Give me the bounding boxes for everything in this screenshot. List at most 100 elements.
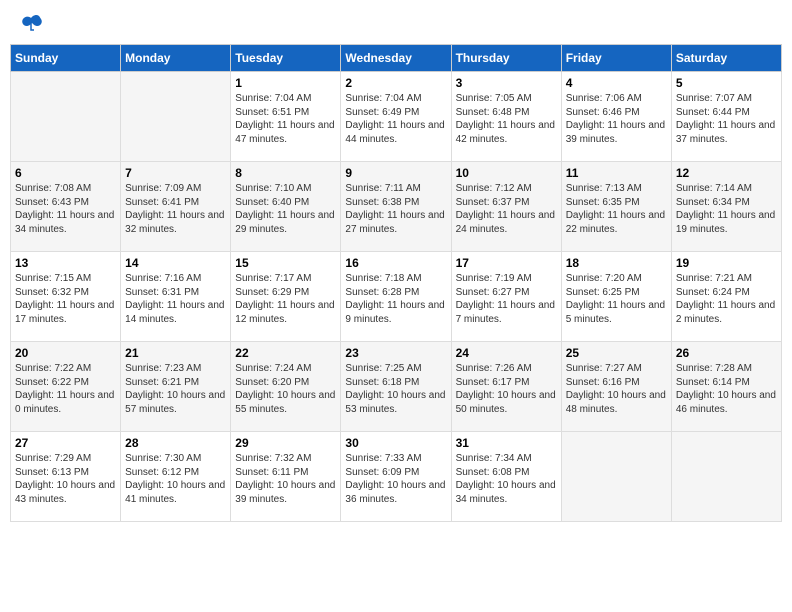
calendar-cell: 30 Sunrise: 7:33 AMSunset: 6:09 PMDayligh…: [341, 432, 451, 522]
day-info: Sunrise: 7:27 AMSunset: 6:16 PMDaylight:…: [566, 362, 667, 416]
calendar-cell: 15 Sunrise: 7:17 AMSunset: 6:29 PMDayligh…: [231, 252, 341, 342]
day-number: 23: [345, 346, 446, 360]
calendar-week-row: 1Sunrise: 7:04 AMSunset: 6:51 PMDaylight…: [11, 72, 782, 162]
day-number: 12: [676, 166, 777, 180]
day-info: Sunrise: 7:04 AMSunset: 6:49 PMDaylight:…: [345, 92, 446, 146]
day-number: 30: [345, 436, 446, 450]
day-info: Sunrise: 7:13 AMSunset: 6:35 PMDaylight:…: [566, 182, 667, 236]
day-info: Sunrise: 7:29 AMSunset: 6:13 PMDaylight:…: [15, 452, 116, 506]
day-number: 6: [15, 166, 116, 180]
day-info: Sunrise: 7:18 AMSunset: 6:28 PMDaylight:…: [345, 272, 446, 326]
day-number: 28: [125, 436, 226, 450]
day-info: Sunrise: 7:14 AMSunset: 6:34 PMDaylight:…: [676, 182, 777, 236]
day-info: Sunrise: 7:34 AMSunset: 6:08 PMDaylight:…: [456, 452, 557, 506]
weekday-header-sunday: Sunday: [11, 45, 121, 72]
calendar-cell: 11 Sunrise: 7:13 AMSunset: 6:35 PMDayligh…: [561, 162, 671, 252]
calendar-week-row: 27 Sunrise: 7:29 AMSunset: 6:13 PMDayligh…: [11, 432, 782, 522]
day-number: 26: [676, 346, 777, 360]
day-info: Sunrise: 7:07 AMSunset: 6:44 PMDaylight:…: [676, 92, 777, 146]
day-number: 2: [345, 76, 446, 90]
day-info: Sunrise: 7:33 AMSunset: 6:09 PMDaylight:…: [345, 452, 446, 506]
weekday-header-thursday: Thursday: [451, 45, 561, 72]
day-info: Sunrise: 7:17 AMSunset: 6:29 PMDaylight:…: [235, 272, 336, 326]
day-info: Sunrise: 7:15 AMSunset: 6:32 PMDaylight:…: [15, 272, 116, 326]
day-info: Sunrise: 7:16 AMSunset: 6:31 PMDaylight:…: [125, 272, 226, 326]
calendar-cell: 22 Sunrise: 7:24 AMSunset: 6:20 PMDayligh…: [231, 342, 341, 432]
day-number: 14: [125, 256, 226, 270]
logo-bird-icon: [21, 14, 43, 32]
calendar-cell: 17 Sunrise: 7:19 AMSunset: 6:27 PMDayligh…: [451, 252, 561, 342]
day-info: Sunrise: 7:12 AMSunset: 6:37 PMDaylight:…: [456, 182, 557, 236]
day-info: Sunrise: 7:25 AMSunset: 6:18 PMDaylight:…: [345, 362, 446, 416]
calendar-cell: 4Sunrise: 7:06 AMSunset: 6:46 PMDaylight…: [561, 72, 671, 162]
weekday-header-monday: Monday: [121, 45, 231, 72]
day-info: Sunrise: 7:32 AMSunset: 6:11 PMDaylight:…: [235, 452, 336, 506]
day-info: Sunrise: 7:20 AMSunset: 6:25 PMDaylight:…: [566, 272, 667, 326]
day-info: Sunrise: 7:19 AMSunset: 6:27 PMDaylight:…: [456, 272, 557, 326]
day-number: 24: [456, 346, 557, 360]
logo: [18, 14, 43, 32]
calendar-cell: 8 Sunrise: 7:10 AMSunset: 6:40 PMDaylight…: [231, 162, 341, 252]
day-info: Sunrise: 7:09 AMSunset: 6:41 PMDaylight:…: [125, 182, 226, 236]
day-number: 25: [566, 346, 667, 360]
calendar-cell: 31 Sunrise: 7:34 AMSunset: 6:08 PMDayligh…: [451, 432, 561, 522]
day-number: 4: [566, 76, 667, 90]
calendar-cell: 2 Sunrise: 7:04 AMSunset: 6:49 PMDaylight…: [341, 72, 451, 162]
day-info: Sunrise: 7:10 AMSunset: 6:40 PMDaylight:…: [235, 182, 336, 236]
calendar-cell: 23 Sunrise: 7:25 AMSunset: 6:18 PMDayligh…: [341, 342, 451, 432]
calendar-cell: 10 Sunrise: 7:12 AMSunset: 6:37 PMDayligh…: [451, 162, 561, 252]
weekday-header-wednesday: Wednesday: [341, 45, 451, 72]
calendar-cell: 26 Sunrise: 7:28 AMSunset: 6:14 PMDayligh…: [671, 342, 781, 432]
calendar-cell: 19Sunrise: 7:21 AMSunset: 6:24 PMDayligh…: [671, 252, 781, 342]
day-info: Sunrise: 7:24 AMSunset: 6:20 PMDaylight:…: [235, 362, 336, 416]
calendar-cell: 6Sunrise: 7:08 AMSunset: 6:43 PMDaylight…: [11, 162, 121, 252]
calendar-week-row: 20 Sunrise: 7:22 AMSunset: 6:22 PMDayligh…: [11, 342, 782, 432]
day-number: 1: [235, 76, 336, 90]
calendar-cell: 5 Sunrise: 7:07 AMSunset: 6:44 PMDaylight…: [671, 72, 781, 162]
day-number: 16: [345, 256, 446, 270]
page-header: [10, 10, 782, 36]
calendar-cell: 13 Sunrise: 7:15 AMSunset: 6:32 PMDayligh…: [11, 252, 121, 342]
day-number: 20: [15, 346, 116, 360]
day-info: Sunrise: 7:28 AMSunset: 6:14 PMDaylight:…: [676, 362, 777, 416]
day-number: 17: [456, 256, 557, 270]
day-number: 18: [566, 256, 667, 270]
calendar-cell: 12 Sunrise: 7:14 AMSunset: 6:34 PMDayligh…: [671, 162, 781, 252]
day-number: 22: [235, 346, 336, 360]
calendar-cell: 9 Sunrise: 7:11 AMSunset: 6:38 PMDaylight…: [341, 162, 451, 252]
day-info: Sunrise: 7:05 AMSunset: 6:48 PMDaylight:…: [456, 92, 557, 146]
day-number: 13: [15, 256, 116, 270]
calendar-cell: 28Sunrise: 7:30 AMSunset: 6:12 PMDayligh…: [121, 432, 231, 522]
calendar-cell: 20 Sunrise: 7:22 AMSunset: 6:22 PMDayligh…: [11, 342, 121, 432]
day-number: 3: [456, 76, 557, 90]
calendar-cell: 16 Sunrise: 7:18 AMSunset: 6:28 PMDayligh…: [341, 252, 451, 342]
calendar-cell: [671, 432, 781, 522]
calendar-week-row: 13 Sunrise: 7:15 AMSunset: 6:32 PMDayligh…: [11, 252, 782, 342]
day-number: 9: [345, 166, 446, 180]
day-number: 5: [676, 76, 777, 90]
day-info: Sunrise: 7:11 AMSunset: 6:38 PMDaylight:…: [345, 182, 446, 236]
day-number: 21: [125, 346, 226, 360]
day-number: 10: [456, 166, 557, 180]
day-info: Sunrise: 7:22 AMSunset: 6:22 PMDaylight:…: [15, 362, 116, 416]
calendar-cell: 3 Sunrise: 7:05 AMSunset: 6:48 PMDaylight…: [451, 72, 561, 162]
calendar-header-row: SundayMondayTuesdayWednesdayThursdayFrid…: [11, 45, 782, 72]
day-number: 11: [566, 166, 667, 180]
day-info: Sunrise: 7:21 AMSunset: 6:24 PMDaylight:…: [676, 272, 777, 326]
weekday-header-tuesday: Tuesday: [231, 45, 341, 72]
weekday-header-friday: Friday: [561, 45, 671, 72]
day-number: 15: [235, 256, 336, 270]
day-number: 29: [235, 436, 336, 450]
calendar-cell: 1Sunrise: 7:04 AMSunset: 6:51 PMDaylight…: [231, 72, 341, 162]
calendar-cell: [561, 432, 671, 522]
calendar-cell: 27 Sunrise: 7:29 AMSunset: 6:13 PMDayligh…: [11, 432, 121, 522]
day-number: 8: [235, 166, 336, 180]
day-number: 27: [15, 436, 116, 450]
calendar-cell: 18 Sunrise: 7:20 AMSunset: 6:25 PMDayligh…: [561, 252, 671, 342]
calendar-cell: 7Sunrise: 7:09 AMSunset: 6:41 PMDaylight…: [121, 162, 231, 252]
calendar-cell: [11, 72, 121, 162]
calendar-cell: [121, 72, 231, 162]
day-info: Sunrise: 7:23 AMSunset: 6:21 PMDaylight:…: [125, 362, 226, 416]
day-number: 31: [456, 436, 557, 450]
calendar-week-row: 6Sunrise: 7:08 AMSunset: 6:43 PMDaylight…: [11, 162, 782, 252]
